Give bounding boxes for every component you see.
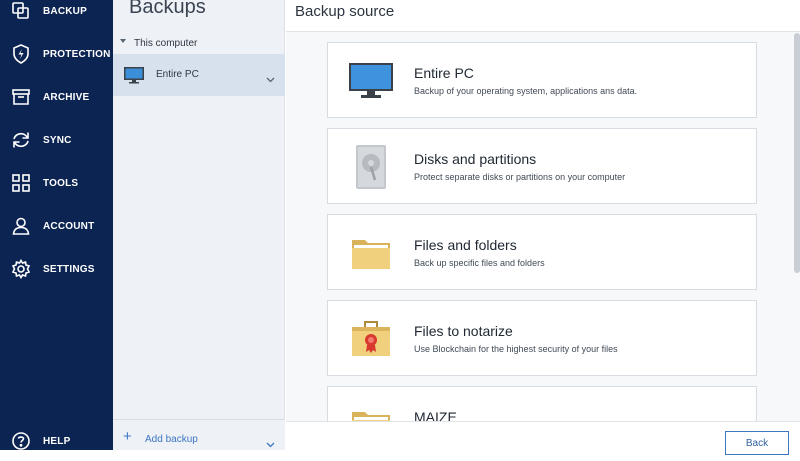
page-title: Backup source [295,3,395,20]
nav-item-account[interactable]: ACCOUNT [0,206,113,246]
monitor-icon [346,57,396,105]
folder-icon [346,229,396,277]
group-label: This computer [134,37,198,49]
nav-item-tools[interactable]: TOOLS [0,163,113,203]
folder-icon [346,401,396,422]
nav-label: HELP [43,435,71,447]
nav-label: PROTECTION [43,48,111,60]
nav-label: ACCOUNT [43,220,95,232]
option-description: Use Blockchain for the highest security … [414,344,618,354]
nav-label: ARCHIVE [43,91,90,103]
grid-icon [11,173,31,193]
backup-item-label: Entire PC [156,69,199,80]
backups-title: Backups [129,0,206,18]
option-title: Files to notarize [414,323,513,339]
option-files-and-folders[interactable]: Files and folders Back up specific files… [327,214,757,290]
main-footer: Back [286,421,800,455]
chevron-down-icon[interactable] [266,435,275,453]
help-circle-icon [11,431,31,451]
nav-label: TOOLS [43,177,79,189]
backups-panel: Backups This computer Entire PC + Add ba… [113,0,285,450]
option-files-to-notarize[interactable]: Files to notarize Use Blockchain for the… [327,300,757,376]
option-title: Disks and partitions [414,151,537,167]
archive-box-icon [11,87,31,107]
chevron-down-icon[interactable] [266,70,275,88]
nav-item-archive[interactable]: ARCHIVE [0,77,113,117]
add-backup-button[interactable]: Add backup [145,434,198,445]
nav-label: SETTINGS [43,263,95,275]
nav-item-sync[interactable]: SYNC [0,120,113,160]
option-title: Entire PC [414,65,474,81]
nav-item-help[interactable]: HELP [0,421,113,461]
back-button[interactable]: Back [725,431,789,455]
option-description: Back up specific files and folders [414,258,545,268]
backup-icon [11,1,31,21]
scrollbar-thumb[interactable] [794,33,800,273]
option-maize[interactable]: MAIZE [327,386,757,422]
gear-icon [11,259,31,279]
option-entire-pc[interactable]: Entire PC Backup of your operating syste… [327,42,757,118]
option-description: Backup of your operating system, applica… [414,86,638,96]
add-backup-bar: + Add backup [113,419,285,450]
nav-label: BACKUP [43,5,87,17]
main-content: Backup source Entire PC Backup of your o… [286,0,800,455]
briefcase-seal-icon [346,315,396,363]
backup-source-options: Entire PC Backup of your operating syste… [327,42,757,422]
main-navigation: BACKUP PROTECTION ARCHIVE SYNC TOOLS ACC… [0,0,113,450]
person-icon [11,216,31,236]
nav-item-settings[interactable]: SETTINGS [0,249,113,289]
caret-down-icon [120,39,126,43]
nav-item-protection[interactable]: PROTECTION [0,34,113,74]
sync-arrows-icon [11,130,31,150]
shield-bolt-icon [11,44,31,64]
option-disks-and-partitions[interactable]: Disks and partitions Protect separate di… [327,128,757,204]
option-description: Protect separate disks or partitions on … [414,172,626,182]
main-header: Backup source [286,0,800,32]
option-title: Files and folders [414,237,517,253]
nav-item-backup[interactable]: BACKUP [0,0,113,31]
backup-item-entire-pc[interactable]: Entire PC [113,54,285,96]
nav-label: SYNC [43,134,72,146]
plus-icon[interactable]: + [123,429,132,444]
group-this-computer[interactable]: This computer [113,33,285,53]
monitor-icon [123,66,145,89]
hard-disk-icon [346,143,396,191]
